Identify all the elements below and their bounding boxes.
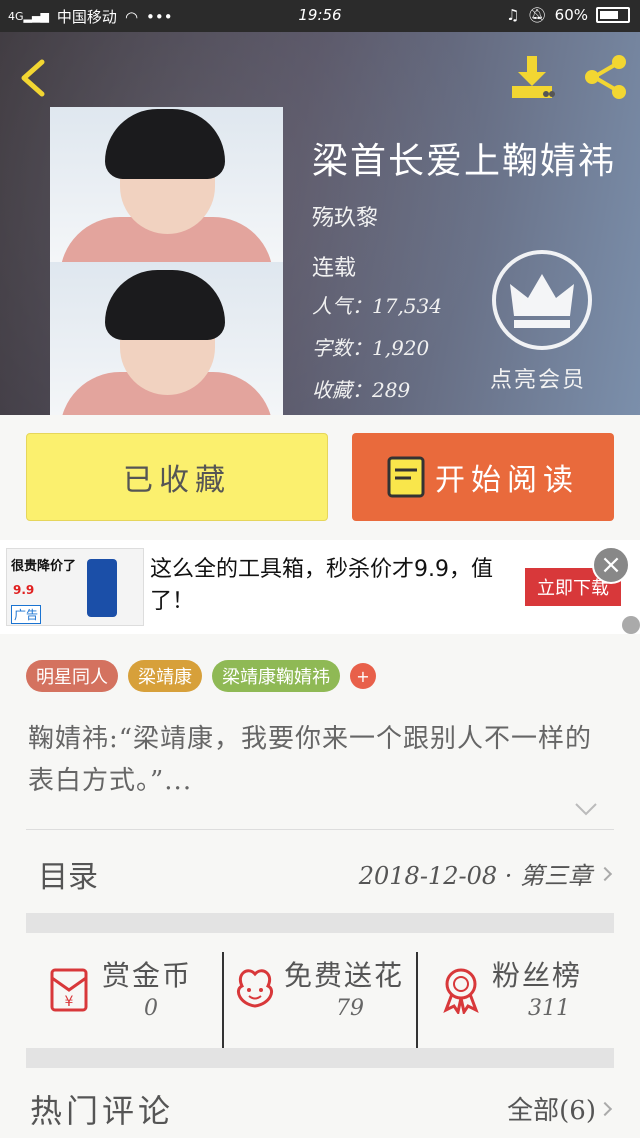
add-tag-button[interactable]: + (350, 663, 376, 689)
stat-label: 粉丝榜 (492, 959, 583, 992)
tag-list: 明星同人 梁靖康 梁靖康鞠婧祎 + (26, 660, 376, 692)
stat-value: 311 (528, 996, 570, 1021)
book-title: 梁首长爱上鞠婧祎 (312, 141, 617, 182)
collected-button[interactable]: 已收藏 (26, 433, 328, 521)
tag-item[interactable]: 梁靖康鞠婧祎 (212, 660, 340, 692)
drill-icon (87, 559, 117, 617)
favorites-value: 289 (372, 378, 411, 402)
cover-photo-top (50, 107, 283, 262)
download-icon[interactable] (508, 54, 556, 102)
ad-image-price: 9.9 (13, 583, 35, 597)
toc-label[interactable]: 目录 (38, 852, 98, 896)
favorites-row: 收藏：289 (312, 374, 410, 403)
ad-text[interactable]: 这么全的工具箱，秒杀价才9.9，值了！ (150, 554, 500, 618)
divider (26, 829, 614, 830)
battery-icon (596, 7, 630, 23)
wordcount-value: 1,920 (372, 336, 430, 360)
start-reading-label: 开始阅读 (435, 463, 579, 498)
tag-label: 明星同人 (36, 667, 108, 688)
ad-image-promo: 很贵降价了 (11, 559, 77, 574)
tag-item[interactable]: 梁靖康 (128, 660, 202, 692)
latest-chapter-text: 2018-12-08 · 第三章 (358, 862, 592, 890)
status-bar: 4G▂▄▆ 中国移动 ◠ ••• 19:56 ♫ 🔕︎ 60% (0, 0, 640, 32)
fan-ranking[interactable]: 粉丝榜 311 (418, 952, 614, 1048)
all-comments-link[interactable]: 全部(6) (507, 1090, 613, 1127)
stat-value: 0 (144, 996, 158, 1021)
mute-icon: 🔕︎ (527, 6, 547, 24)
free-flowers[interactable]: 免费送花 79 (224, 952, 416, 1048)
book-description: 鞠婧祎:“梁靖康，我要你来一个跟别人不一样的表白方式。”... (28, 724, 593, 796)
ad-close-button[interactable]: × (592, 546, 630, 584)
ad-tag: 广告 (11, 605, 42, 624)
headphone-icon: ♫ (506, 6, 520, 24)
hot-comments-title: 热门评论 (30, 1092, 175, 1130)
stats-row: ¥ 赏金币 0 免费送花 79 粉丝榜 311 (26, 952, 614, 1048)
flower-icon (237, 969, 273, 1008)
cover-photo-bottom (50, 262, 283, 415)
collected-label: 已收藏 (123, 463, 231, 498)
book-cover[interactable] (50, 107, 283, 415)
ad-info-icon[interactable] (622, 616, 640, 634)
svg-text:¥: ¥ (65, 994, 74, 1010)
wordcount-label: 字数： (312, 336, 372, 360)
ad-image[interactable]: 很贵降价了 9.9 广告 (6, 548, 144, 626)
tag-label: 梁靖康 (138, 667, 192, 688)
favorites-label: 收藏： (312, 378, 372, 402)
start-reading-button[interactable]: 开始阅读 (352, 433, 614, 521)
close-icon: × (600, 550, 622, 580)
wordcount-row: 字数：1,920 (312, 332, 429, 361)
book-status: 连载 (312, 256, 357, 281)
reward-coins[interactable]: ¥ 赏金币 0 (26, 952, 222, 1048)
toc-latest-chapter[interactable]: 2018-12-08 · 第三章 (358, 856, 613, 891)
section-divider (26, 1048, 614, 1068)
tag-label: 梁靖康鞠婧祎 (222, 667, 330, 688)
chevron-right-icon (597, 866, 613, 881)
vip-badge[interactable] (492, 250, 592, 350)
stat-label: 赏金币 (102, 959, 193, 992)
chevron-down-icon[interactable] (574, 800, 598, 820)
book-author[interactable]: 殇玖黎 (312, 200, 378, 232)
vip-label[interactable]: 点亮会员 (490, 362, 586, 394)
stat-value: 79 (336, 996, 364, 1021)
chevron-right-icon (597, 1101, 613, 1116)
book-icon (387, 456, 425, 498)
crown-icon (510, 274, 574, 328)
battery-percent: 60% (554, 6, 588, 24)
medal-icon (443, 968, 479, 1014)
book-header: 梁首长爱上鞠婧祎 殇玖黎 连载 人气：17,534 字数：1,920 收藏：28… (0, 32, 640, 415)
all-comments-label: 全部(6) (507, 1096, 596, 1126)
popularity-value: 17,534 (372, 294, 442, 318)
red-envelope-icon: ¥ (50, 968, 88, 1012)
section-divider (26, 913, 614, 933)
back-icon[interactable] (14, 56, 54, 100)
tag-item[interactable]: 明星同人 (26, 660, 118, 692)
ad-banner[interactable]: 很贵降价了 9.9 广告 这么全的工具箱，秒杀价才9.9，值了！ 立即下载 (0, 540, 640, 634)
popularity-row: 人气：17,534 (312, 290, 442, 319)
popularity-label: 人气： (312, 294, 372, 318)
share-icon[interactable] (580, 52, 630, 102)
stat-label: 免费送花 (284, 959, 405, 992)
